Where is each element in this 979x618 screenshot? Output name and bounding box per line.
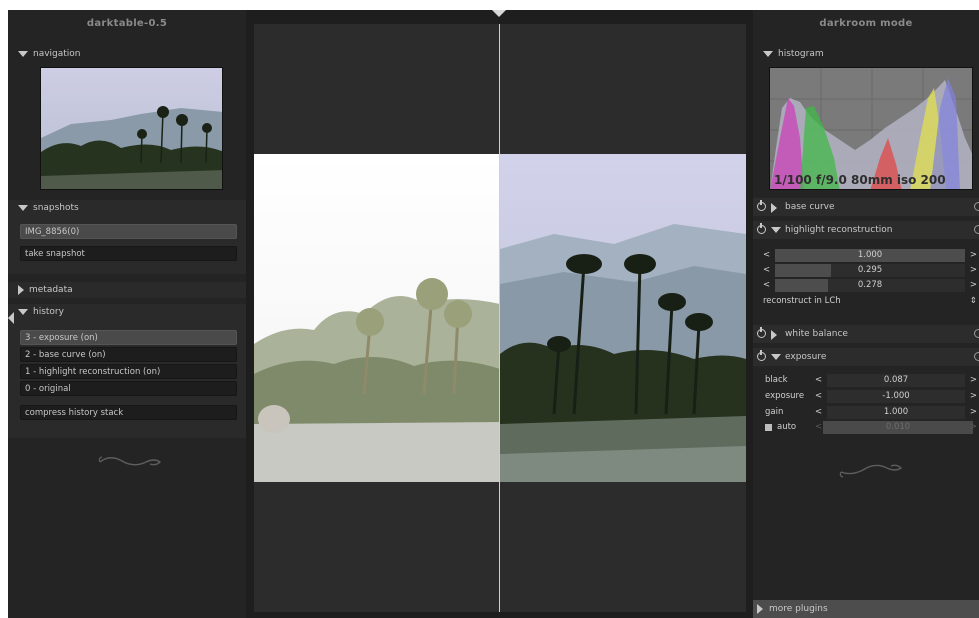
exposure-gain-slider[interactable]: gain < 1.000 > <box>763 406 979 419</box>
decrease-icon[interactable]: < <box>763 264 770 277</box>
more-plugins-label: more plugins <box>769 604 828 614</box>
module-base-curve[interactable]: base curve <box>753 198 979 216</box>
highlight-slider-3[interactable]: < 0.278 > <box>761 279 979 292</box>
power-icon[interactable] <box>757 200 766 211</box>
expand-icon <box>763 50 773 57</box>
increase-icon[interactable]: > <box>970 249 977 262</box>
exif-info: 1/100 f/9.0 80mm iso 200 <box>774 173 946 187</box>
reset-icon[interactable] <box>974 352 979 361</box>
decrease-icon: < <box>815 422 823 432</box>
module-label: white balance <box>785 329 848 339</box>
auto-label: auto <box>777 422 797 432</box>
left-panel: darktable-0.5 navigation snapshots IMG_8… <box>8 10 246 618</box>
snapshots-label: snapshots <box>33 203 79 213</box>
histogram[interactable]: 1/100 f/9.0 80mm iso 200 <box>769 67 973 190</box>
module-white-balance[interactable]: white balance <box>753 325 979 343</box>
more-plugins-header[interactable]: more plugins <box>753 600 979 618</box>
history-item[interactable]: 2 - base curve (on) <box>20 347 237 362</box>
increase-icon[interactable]: > <box>970 264 977 277</box>
collapse-icon <box>757 604 763 614</box>
decrease-icon[interactable]: < <box>815 390 822 403</box>
reset-icon[interactable] <box>974 225 979 234</box>
history-header[interactable]: history <box>8 304 64 320</box>
highlight-slider-2[interactable]: < 0.295 > <box>761 264 979 277</box>
module-label: exposure <box>785 352 827 362</box>
slider-label: gain <box>765 407 784 417</box>
slider-label: black <box>765 375 788 385</box>
increase-icon[interactable]: > <box>970 390 977 403</box>
collapse-icon <box>771 203 777 213</box>
highlight-mode-value: reconstruct in LCh <box>763 296 841 306</box>
mode-title: darkroom mode <box>819 18 913 29</box>
collapse-icon <box>18 284 24 295</box>
expand-icon <box>771 227 781 233</box>
navigation-thumbnail[interactable] <box>40 67 223 190</box>
snapshot-item[interactable]: IMG_8856(0) <box>20 224 237 239</box>
darktable-window: darktable-0.5 navigation snapshots IMG_8… <box>8 10 979 618</box>
compress-history-button[interactable]: compress history stack <box>20 405 237 420</box>
expand-icon <box>771 354 781 360</box>
decrease-icon[interactable]: < <box>815 374 822 387</box>
app-title: darktable-0.5 <box>86 18 168 29</box>
image-canvas[interactable] <box>254 24 746 612</box>
history-label: history <box>33 307 64 317</box>
increase-icon[interactable]: > <box>970 374 977 387</box>
module-highlight-reconstruction[interactable]: highlight reconstruction <box>753 221 979 239</box>
top-panel-toggle-icon[interactable] <box>492 10 506 17</box>
decrease-icon[interactable]: < <box>763 249 770 262</box>
module-exposure[interactable]: exposure <box>753 348 979 366</box>
exposure-exposure-slider[interactable]: exposure < -1.000 > <box>763 390 979 403</box>
exposure-black-slider[interactable]: black < 0.087 > <box>763 374 979 387</box>
expand-icon <box>18 50 28 57</box>
history-item[interactable]: 3 - exposure (on) <box>20 330 237 345</box>
snapshots-header[interactable]: snapshots <box>8 200 79 216</box>
expand-icon <box>18 204 28 211</box>
expand-icon <box>18 308 28 315</box>
navigation-header[interactable]: navigation <box>8 46 81 62</box>
reset-icon[interactable] <box>974 329 979 338</box>
power-icon[interactable] <box>757 327 766 338</box>
right-panel: darkroom mode histogram 1/100 f/9.0 80mm… <box>753 10 979 618</box>
highlight-mode-select[interactable]: reconstruct in LCh ⇕ <box>761 295 979 308</box>
slider-label: exposure <box>765 391 805 401</box>
power-icon[interactable] <box>757 223 766 234</box>
histogram-header[interactable]: histogram <box>753 46 824 62</box>
navigation-label: navigation <box>33 49 81 59</box>
power-icon[interactable] <box>757 350 766 361</box>
metadata-header[interactable]: metadata <box>8 282 73 298</box>
history-item[interactable]: 1 - highlight reconstruction (on) <box>20 364 237 379</box>
dropdown-icon[interactable]: ⇕ <box>970 295 977 308</box>
histogram-label: histogram <box>778 49 824 59</box>
photo-preview[interactable] <box>254 154 746 482</box>
exposure-auto-row[interactable]: auto < 0.010 > <box>763 421 979 434</box>
highlight-slider-1[interactable]: < 1.000 > <box>761 249 979 262</box>
increase-icon[interactable]: > <box>970 406 977 419</box>
module-label: highlight reconstruction <box>785 225 893 235</box>
reset-icon[interactable] <box>974 202 979 211</box>
take-snapshot-button[interactable]: take snapshot <box>20 246 237 261</box>
decrease-icon[interactable]: < <box>815 406 822 419</box>
history-item[interactable]: 0 - original <box>20 381 237 396</box>
ornament-icon <box>98 456 162 466</box>
decrease-icon[interactable]: < <box>763 279 770 292</box>
module-label: base curve <box>785 202 835 212</box>
before-after-split-line[interactable] <box>499 24 500 612</box>
auto-checkbox[interactable] <box>765 424 772 431</box>
increase-icon[interactable]: > <box>970 279 977 292</box>
collapse-icon <box>771 330 777 340</box>
ornament-icon <box>839 464 903 478</box>
increase-icon: > <box>969 422 977 432</box>
metadata-label: metadata <box>29 285 73 295</box>
